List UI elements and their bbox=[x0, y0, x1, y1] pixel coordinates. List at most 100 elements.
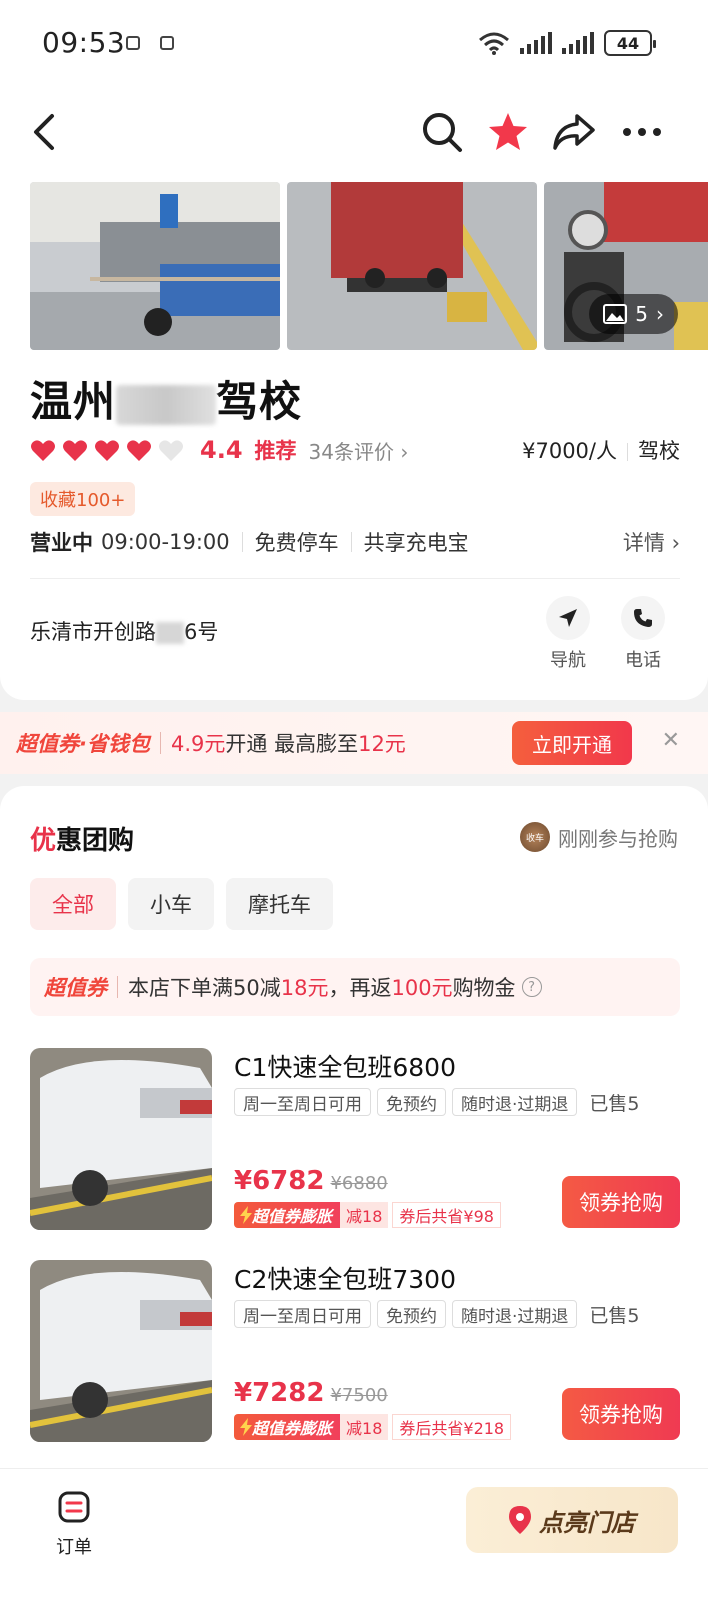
shop-address[interactable]: 乐清市开创路 6号 bbox=[30, 616, 218, 646]
tag: 随时退·过期退 bbox=[452, 1300, 578, 1328]
deal-price: ¥7282 ¥7500 bbox=[234, 1378, 388, 1408]
boost-amount: 减18 bbox=[340, 1414, 389, 1440]
sold-count: 已售5 bbox=[589, 1304, 640, 1327]
photo-count-badge[interactable]: 5 › bbox=[589, 294, 678, 334]
promo-text: 4.9元开通 最高膨至12元 bbox=[171, 728, 406, 758]
close-icon[interactable]: ✕ bbox=[662, 728, 680, 753]
signal-icon bbox=[562, 32, 594, 54]
notification-icon bbox=[126, 36, 140, 50]
activate-button[interactable]: 立即开通 bbox=[512, 721, 632, 765]
price-per-person: ¥7000/人 驾校 bbox=[522, 435, 680, 465]
avg-price: ¥7000/人 bbox=[522, 439, 617, 463]
shop-photo[interactable] bbox=[287, 182, 537, 350]
search-icon bbox=[423, 113, 462, 152]
light-up-label: 点亮门店 bbox=[539, 1508, 635, 1537]
help-icon[interactable]: ? bbox=[521, 977, 542, 997]
coupon-text: ，再返 bbox=[328, 976, 392, 1000]
coupon-brand: 超值券 bbox=[44, 976, 107, 1000]
divider bbox=[30, 578, 680, 579]
deal-title: C1快速全包班6800 bbox=[234, 1053, 456, 1082]
favorites-badge: 收藏100+ bbox=[30, 482, 136, 516]
more-button[interactable] bbox=[618, 108, 666, 156]
phone-button[interactable]: 电话 bbox=[613, 596, 673, 672]
amenity-powerbank: 共享充电宝 bbox=[363, 531, 469, 555]
filter-tabs: 全部 小车 摩托车 bbox=[30, 878, 333, 930]
navigation-icon bbox=[559, 609, 577, 627]
deal-tags: 周一至周日可用 免预约 随时退·过期退 已售5 bbox=[234, 1300, 640, 1328]
chevron-right-icon: › bbox=[656, 302, 664, 326]
deal-image bbox=[30, 1260, 212, 1442]
promo-max: 12元 bbox=[358, 732, 406, 756]
orders-label: 订单 bbox=[56, 1537, 92, 1558]
deal-item[interactable]: C2快速全包班7300 周一至周日可用 免预约 随时退·过期退 已售5 ¥728… bbox=[30, 1260, 680, 1442]
deal-item[interactable]: C1快速全包班6800 周一至周日可用 免预约 随时退·过期退 已售5 ¥678… bbox=[30, 1048, 680, 1230]
title-rest: 惠团购 bbox=[56, 826, 135, 856]
search-button[interactable] bbox=[418, 108, 466, 156]
grab-coupon-button[interactable]: 领券抢购 bbox=[562, 1176, 680, 1228]
reviews-link[interactable]: 34条评价 › bbox=[309, 436, 409, 465]
back-arrow-icon bbox=[34, 114, 54, 150]
boost-amount: 减18 bbox=[340, 1202, 389, 1228]
avatar: 收车 bbox=[520, 822, 550, 852]
promo-brand: 超值券·省钱包 bbox=[16, 732, 150, 756]
orders-button[interactable]: 订单 bbox=[52, 1491, 96, 1559]
rating-hearts bbox=[30, 438, 190, 462]
top-nav bbox=[0, 90, 708, 178]
current-price: ¥7282 bbox=[234, 1378, 325, 1408]
just-joined: 收车 刚刚参与抢购 bbox=[520, 822, 678, 852]
heart-filled-icon bbox=[31, 440, 55, 461]
status-bar: 09:53 44 bbox=[0, 0, 708, 90]
shop-name: 温州 驾校 bbox=[30, 368, 302, 429]
share-button[interactable] bbox=[550, 108, 598, 156]
photo-gallery[interactable]: 5 › bbox=[0, 178, 708, 354]
blurred-text bbox=[156, 622, 184, 644]
just-joined-text: 刚刚参与抢购 bbox=[558, 826, 678, 851]
boost-badge: 超值券膨胀 bbox=[234, 1414, 341, 1440]
discount-badges: 超值券膨胀 减18 券后共省¥218 bbox=[234, 1414, 512, 1440]
shop-category: 驾校 bbox=[638, 439, 680, 463]
boost-badge: 超值券膨胀 bbox=[234, 1202, 341, 1228]
tag: 随时退·过期退 bbox=[452, 1088, 578, 1116]
tag: 周一至周日可用 bbox=[234, 1300, 371, 1328]
favorite-button[interactable] bbox=[484, 108, 532, 156]
open-status: 营业中 bbox=[30, 531, 93, 555]
more-icon bbox=[623, 128, 661, 136]
promo-mid: 开通 最高膨至 bbox=[225, 732, 359, 756]
coupon-text: 购物金 bbox=[452, 976, 516, 1000]
phone-label: 电话 bbox=[625, 650, 661, 671]
address-suffix: 6号 bbox=[184, 620, 219, 644]
back-button[interactable] bbox=[20, 108, 68, 156]
details-link[interactable]: 详情 › bbox=[623, 527, 680, 557]
lightning-icon bbox=[240, 1418, 252, 1436]
notification-icon bbox=[160, 36, 174, 50]
filter-all[interactable]: 全部 bbox=[30, 878, 116, 930]
current-price: ¥6782 bbox=[234, 1166, 325, 1196]
original-price: ¥7500 bbox=[330, 1385, 388, 1406]
coupon-bar[interactable]: 超值券 本店下单满50减 18元 ，再返 100元 购物金 ? bbox=[30, 958, 680, 1016]
share-icon bbox=[553, 114, 595, 150]
filter-motorcycle[interactable]: 摩托车 bbox=[226, 878, 333, 930]
boost-label: 超值券膨胀 bbox=[252, 1419, 333, 1438]
grab-coupon-button[interactable]: 领券抢购 bbox=[562, 1388, 680, 1440]
filter-car[interactable]: 小车 bbox=[128, 878, 214, 930]
lightning-icon bbox=[240, 1206, 252, 1224]
navigate-button[interactable]: 导航 bbox=[538, 596, 598, 672]
amenity-parking: 免费停车 bbox=[254, 531, 339, 555]
promo-banner[interactable]: 超值券·省钱包 4.9元开通 最高膨至12元 立即开通 ✕ bbox=[0, 712, 708, 774]
shop-info-card: 温州 驾校 4.4 推荐 34条评价 › ¥7000/人 驾校 收藏100+ 营业中… bbox=[0, 354, 708, 700]
heart-filled-icon bbox=[63, 440, 87, 461]
original-price: ¥6880 bbox=[330, 1173, 388, 1194]
signal-icon bbox=[520, 32, 552, 54]
sold-count: 已售5 bbox=[589, 1092, 640, 1115]
boost-label: 超值券膨胀 bbox=[252, 1207, 333, 1226]
orders-icon bbox=[58, 1491, 90, 1523]
coupon-text: 本店下单满50减 bbox=[128, 976, 281, 1000]
shop-photo[interactable] bbox=[30, 182, 280, 350]
battery-icon: 44 bbox=[604, 30, 656, 56]
title-first-char: 优 bbox=[30, 826, 57, 856]
recommend-label: 推荐 bbox=[254, 439, 297, 463]
rating-row[interactable]: 4.4 推荐 34条评价 › ¥7000/人 驾校 bbox=[30, 430, 680, 470]
business-hours-row[interactable]: 营业中 09:00-19:00 免费停车 共享充电宝 详情 › bbox=[30, 526, 680, 558]
light-up-store-button[interactable]: 点亮门店 bbox=[466, 1487, 678, 1553]
heart-filled-icon bbox=[127, 440, 151, 461]
